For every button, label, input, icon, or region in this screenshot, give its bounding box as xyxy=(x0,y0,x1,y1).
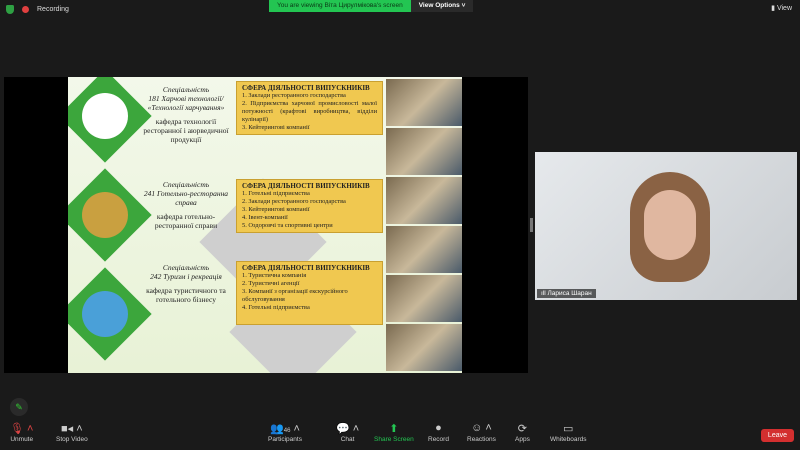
share-screen-icon: ⬆ xyxy=(389,423,399,435)
participants-count: 46 xyxy=(283,428,291,434)
view-options-label: View Options xyxy=(418,2,460,9)
photo xyxy=(386,79,462,126)
stop-video-label: Stop Video xyxy=(56,436,88,443)
leave-button[interactable]: Leave xyxy=(760,429,794,442)
box-item: 2. Підприємства харчової промисловості м… xyxy=(242,100,377,123)
participant-name: ıll Лариса Шаран xyxy=(537,289,596,298)
share-screen-label: Share Screen xyxy=(374,436,414,443)
splitter-handle[interactable] xyxy=(530,218,533,232)
box-item: 3. Кейтерингові компанії xyxy=(242,206,310,213)
view-button[interactable]: ▮ View xyxy=(771,4,792,12)
box-title: СФЕРА ДІЯЛЬНОСТІ ВИПУСКНИКІВ xyxy=(242,264,370,272)
career-box-242: СФЕРА ДІЯЛЬНОСТІ ВИПУСКНИКІВ 1. Туристич… xyxy=(236,261,383,325)
specialty-241: Спеціальність 241 Готельно-ресторанна сп… xyxy=(138,180,234,230)
video-camera-icon: ■◂ ˄ xyxy=(61,423,83,435)
apps-icon: ⟳ xyxy=(517,423,528,435)
recording-label: Recording xyxy=(37,6,69,13)
chat-icon: 💬 ˄ xyxy=(336,423,360,435)
photo-strip xyxy=(386,77,462,373)
photo xyxy=(386,275,462,322)
reactions-button[interactable]: ☺ ˄ Reactions xyxy=(467,422,496,443)
photo xyxy=(386,324,462,371)
recording-indicator[interactable]: Recording xyxy=(6,5,69,14)
participants-button[interactable]: 👥46 ˄ Participants xyxy=(268,422,302,443)
box-item: 4. Готельні підприємства xyxy=(242,304,310,311)
reactions-label: Reactions xyxy=(467,436,496,443)
box-item: 3. Кейтерингові компанії xyxy=(242,124,310,131)
participant-name-label: Лариса Шаран xyxy=(547,290,592,297)
record-icon: ● xyxy=(435,422,442,434)
view-label: View xyxy=(776,5,792,12)
unmute-button[interactable]: 🎙 ˄ Unmute xyxy=(10,422,33,443)
dept-label: кафедра туристичного та готельного бізне… xyxy=(146,286,226,304)
annotate-pen-icon[interactable]: ✎ xyxy=(10,398,28,416)
box-item: 1. Туристична компанія xyxy=(242,272,307,279)
box-item: 1. Готельні підприємства xyxy=(242,190,310,197)
box-title: СФЕРА ДІЯЛЬНОСТІ ВИПУСКНИКІВ xyxy=(242,84,370,92)
chat-button[interactable]: 💬 ˄ Chat xyxy=(336,422,359,443)
box-title: СФЕРА ДІЯЛЬНОСТІ ВИПУСКНИКІВ xyxy=(242,182,370,190)
viewing-banner: You are viewing Віта Цирулмікова's scree… xyxy=(269,0,474,12)
meeting-toolbar: 🎙 ˄ Unmute ■◂ ˄ Stop Video 👥46 ˄ Participan… xyxy=(0,420,800,450)
dept-label: кафедра технології ресторанної і аюрведи… xyxy=(143,117,229,144)
record-button[interactable]: ● Record xyxy=(428,422,449,443)
spec-code: 242 Туризм і рекреація xyxy=(150,272,222,281)
whiteboard-icon: ▭ xyxy=(563,423,574,435)
recording-icon xyxy=(22,6,29,13)
spec-label: Спеціальність xyxy=(162,180,210,189)
box-item: 2. Заклади ресторанного господарства xyxy=(242,198,346,205)
participant-image xyxy=(630,172,710,282)
record-label: Record xyxy=(428,436,449,443)
spec-label: Спеціальність xyxy=(162,263,210,272)
career-box-181: СФЕРА ДІЯЛЬНОСТІ ВИПУСКНИКІВ 1. Заклади … xyxy=(236,81,383,135)
security-shield-icon[interactable] xyxy=(6,5,14,14)
career-box-241: СФЕРА ДІЯЛЬНОСТІ ВИПУСКНИКІВ 1. Готельні… xyxy=(236,179,383,233)
apps-label: Apps xyxy=(515,436,530,443)
spec-label: Спеціальність xyxy=(162,85,210,94)
unmute-label: Unmute xyxy=(10,436,34,443)
box-item: 2. Туристичні агенції xyxy=(242,280,300,287)
viewing-label: You are viewing Віта Цирулмікова's scree… xyxy=(269,0,411,12)
spec-code: 241 Готельно-ресторанна справа xyxy=(143,189,229,207)
box-item: 3. Компанії з організації екскурсійного … xyxy=(242,288,348,303)
photo xyxy=(386,128,462,175)
box-item: 5. Оздоровчі та спортивні центри xyxy=(242,222,333,229)
muted-mic-icon: 🎙 ˄ xyxy=(10,423,34,435)
whiteboards-button[interactable]: ▭ Whiteboards xyxy=(550,422,587,443)
whiteboards-label: Whiteboards xyxy=(550,436,587,443)
participant-video[interactable]: ıll Лариса Шаран xyxy=(535,152,797,300)
dept-label: кафедра готельно-ресторанної справи xyxy=(154,212,218,230)
reactions-icon: ☺ ˄ xyxy=(471,422,492,434)
photo xyxy=(386,226,462,273)
apps-button[interactable]: ⟳ Apps xyxy=(515,422,530,443)
share-screen-button[interactable]: ⬆ Share Screen xyxy=(374,422,414,443)
photo xyxy=(386,177,462,224)
box-item: 1. Заклади ресторанного господарства xyxy=(242,92,346,99)
view-options-button[interactable]: View Options ˅ xyxy=(410,0,474,12)
specialty-181: Спеціальність 181 Харчові технології/ «Т… xyxy=(138,85,234,144)
top-bar: Recording You are viewing Віта Цирулміко… xyxy=(0,0,800,20)
stop-video-button[interactable]: ■◂ ˄ Stop Video xyxy=(56,422,88,443)
shared-screen: Спеціальність 181 Харчові технології/ «Т… xyxy=(4,77,528,373)
presentation-slide: Спеціальність 181 Харчові технології/ «Т… xyxy=(68,77,462,373)
box-item: 4. Івент-компанії xyxy=(242,214,288,221)
spec-code: 181 Харчові технології/ «Технології харч… xyxy=(147,94,225,112)
chat-label: Chat xyxy=(340,436,355,443)
participants-label: Participants xyxy=(268,436,302,443)
participants-icon: 👥46 ˄ xyxy=(270,423,300,435)
specialty-242: Спеціальність 242 Туризм і рекреація каф… xyxy=(138,263,234,304)
